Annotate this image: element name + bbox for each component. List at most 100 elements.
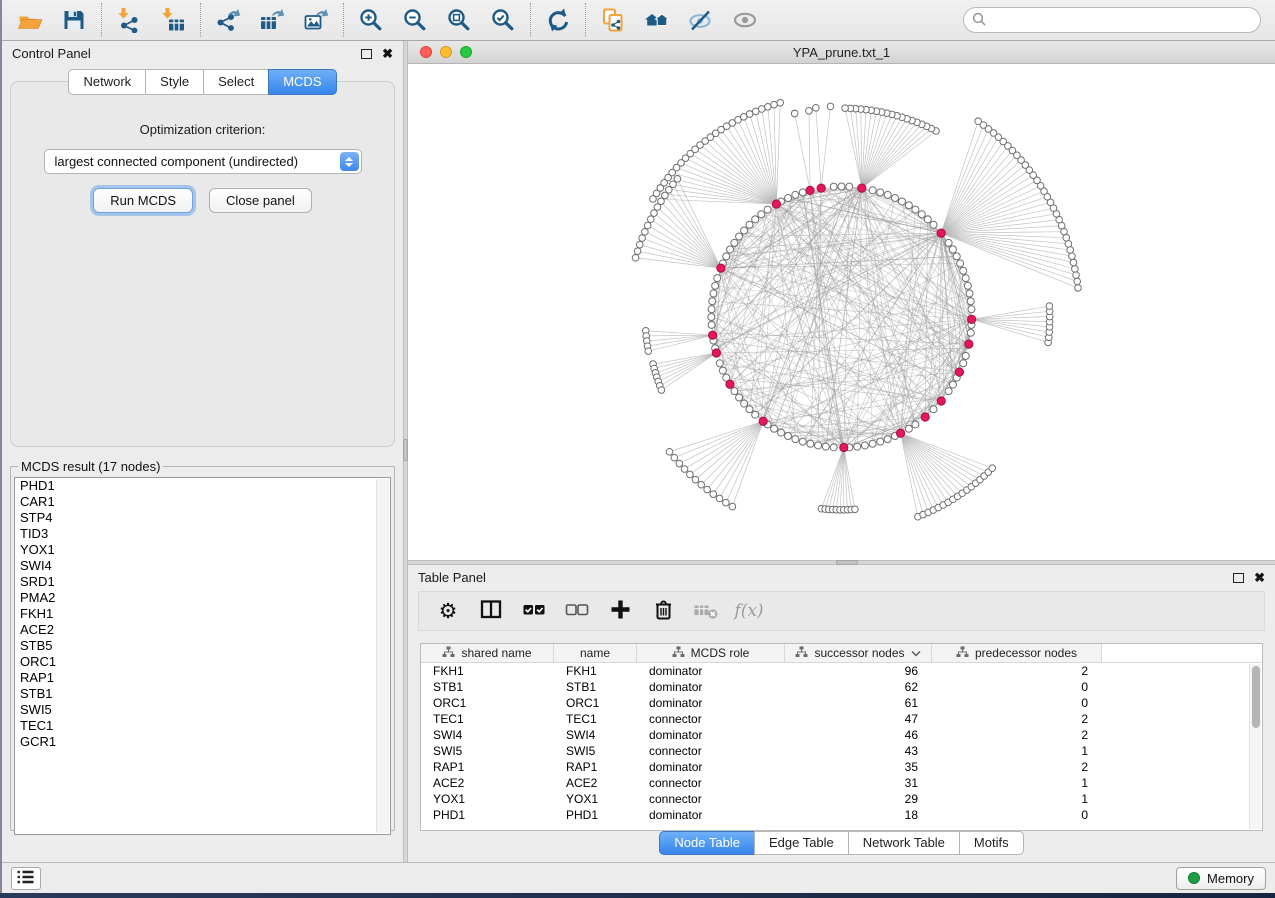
zoom-selected-button[interactable] [481, 2, 525, 38]
float-table-panel-icon[interactable] [1233, 573, 1244, 583]
cell-shared-name[interactable]: STB1 [421, 679, 554, 695]
cell-shared-name[interactable]: YOX1 [421, 791, 554, 807]
mcds-result-item[interactable]: RAP1 [15, 670, 390, 686]
close-panel-icon[interactable]: ✖ [382, 49, 393, 59]
table-row[interactable]: ACE2ACE2connector311 [421, 775, 1262, 791]
cell-mcds-role[interactable]: connector [637, 711, 785, 727]
tab-network[interactable]: Network [68, 69, 146, 95]
network-window-titlebar[interactable]: YPA_prune.txt_1 [408, 41, 1275, 64]
tab-style[interactable]: Style [145, 69, 204, 95]
close-panel-button[interactable]: Close panel [209, 188, 312, 213]
cell-predecessor-nodes[interactable]: 0 [932, 695, 1102, 711]
first-neighbors-button[interactable] [635, 2, 679, 38]
network-graph[interactable] [408, 64, 1275, 560]
export-image-button[interactable] [294, 2, 338, 38]
cell-name[interactable]: RAP1 [554, 759, 637, 775]
mcds-result-item[interactable]: PMA2 [15, 590, 390, 606]
cell-successor-nodes[interactable]: 18 [785, 807, 932, 823]
cell-predecessor-nodes[interactable]: 1 [932, 775, 1102, 791]
cell-successor-nodes[interactable]: 96 [785, 663, 932, 679]
zoom-in-button[interactable] [349, 2, 393, 38]
function-builder-button[interactable]: f(x) [732, 595, 766, 627]
cell-successor-nodes[interactable]: 29 [785, 791, 932, 807]
cell-successor-nodes[interactable]: 47 [785, 711, 932, 727]
cell-mcds-role[interactable]: dominator [637, 759, 785, 775]
cell-shared-name[interactable]: SWI4 [421, 727, 554, 743]
cell-name[interactable]: YOX1 [554, 791, 637, 807]
column-header-name[interactable]: name [554, 644, 637, 662]
cell-predecessor-nodes[interactable]: 2 [932, 711, 1102, 727]
cell-name[interactable]: PHD1 [554, 807, 637, 823]
cell-mcds-role[interactable]: connector [637, 791, 785, 807]
refresh-button[interactable] [536, 2, 580, 38]
mcds-result-item[interactable]: CAR1 [15, 494, 390, 510]
mcds-result-item[interactable]: STB1 [15, 686, 390, 702]
deselect-all-button[interactable] [560, 595, 594, 627]
export-table-button[interactable] [250, 2, 294, 38]
cell-mcds-role[interactable]: dominator [637, 663, 785, 679]
table-row[interactable]: RAP1RAP1dominator352 [421, 759, 1262, 775]
copy-style-button[interactable] [591, 2, 635, 38]
mcds-result-item[interactable]: SRD1 [15, 574, 390, 590]
table-row[interactable]: PHD1PHD1dominator180 [421, 807, 1262, 823]
table-row[interactable]: YOX1YOX1connector291 [421, 791, 1262, 807]
cell-name[interactable]: TEC1 [554, 711, 637, 727]
cell-predecessor-nodes[interactable]: 2 [932, 759, 1102, 775]
mcds-result-item[interactable]: STP4 [15, 510, 390, 526]
zoom-out-button[interactable] [393, 2, 437, 38]
mcds-result-item[interactable]: ORC1 [15, 654, 390, 670]
cell-shared-name[interactable]: SWI5 [421, 743, 554, 759]
delete-table-button[interactable] [689, 595, 723, 627]
close-table-panel-icon[interactable]: ✖ [1254, 573, 1265, 583]
mcds-result-item[interactable]: SWI5 [15, 702, 390, 718]
mcds-result-item[interactable]: STB5 [15, 638, 390, 654]
memory-button[interactable]: Memory [1176, 867, 1266, 890]
cell-successor-nodes[interactable]: 43 [785, 743, 932, 759]
cell-successor-nodes[interactable]: 62 [785, 679, 932, 695]
cell-successor-nodes[interactable]: 46 [785, 727, 932, 743]
cell-shared-name[interactable]: TEC1 [421, 711, 554, 727]
cell-predecessor-nodes[interactable]: 2 [932, 727, 1102, 743]
table-row[interactable]: SWI4SWI4dominator462 [421, 727, 1262, 743]
split-column-button[interactable] [474, 595, 508, 627]
network-canvas[interactable] [408, 64, 1275, 560]
table-row[interactable]: FKH1FKH1dominator962 [421, 663, 1262, 679]
cell-name[interactable]: ACE2 [554, 775, 637, 791]
mcds-result-item[interactable]: PHD1 [15, 478, 390, 494]
criterion-select[interactable]: largest connected component (undirected) [44, 149, 362, 174]
mcds-result-item[interactable]: TEC1 [15, 718, 390, 734]
cell-shared-name[interactable]: RAP1 [421, 759, 554, 775]
table-scrollbar-thumb[interactable] [1252, 666, 1260, 728]
cell-shared-name[interactable]: FKH1 [421, 663, 554, 679]
mcds-result-item[interactable]: FKH1 [15, 606, 390, 622]
table-row[interactable]: STB1STB1dominator620 [421, 679, 1262, 695]
cell-successor-nodes[interactable]: 35 [785, 759, 932, 775]
cell-predecessor-nodes[interactable]: 0 [932, 807, 1102, 823]
cell-name[interactable]: ORC1 [554, 695, 637, 711]
open-file-button[interactable] [8, 2, 52, 38]
mcds-result-item[interactable]: TID3 [15, 526, 390, 542]
cell-mcds-role[interactable]: dominator [637, 727, 785, 743]
import-network-button[interactable] [107, 2, 151, 38]
show-all-button[interactable] [723, 2, 767, 38]
float-panel-icon[interactable] [361, 49, 372, 59]
cell-mcds-role[interactable]: connector [637, 775, 785, 791]
tab-network-table[interactable]: Network Table [848, 831, 960, 855]
cell-successor-nodes[interactable]: 61 [785, 695, 932, 711]
cell-name[interactable]: STB1 [554, 679, 637, 695]
cell-shared-name[interactable]: PHD1 [421, 807, 554, 823]
run-mcds-button[interactable]: Run MCDS [93, 188, 193, 213]
mcds-result-item[interactable]: SWI4 [15, 558, 390, 574]
column-header-successor-nodes[interactable]: successor nodes [785, 644, 932, 662]
cell-predecessor-nodes[interactable]: 1 [932, 743, 1102, 759]
mcds-result-list[interactable]: PHD1CAR1STP4TID3YOX1SWI4SRD1PMA2FKH1ACE2… [14, 477, 391, 835]
cell-name[interactable]: FKH1 [554, 663, 637, 679]
cell-predecessor-nodes[interactable]: 1 [932, 791, 1102, 807]
tab-motifs[interactable]: Motifs [959, 831, 1024, 855]
cell-mcds-role[interactable]: connector [637, 743, 785, 759]
cell-predecessor-nodes[interactable]: 0 [932, 679, 1102, 695]
cell-shared-name[interactable]: ACE2 [421, 775, 554, 791]
mcds-result-item[interactable]: ACE2 [15, 622, 390, 638]
sort-chevron-icon[interactable] [911, 646, 921, 660]
cell-mcds-role[interactable]: dominator [637, 679, 785, 695]
